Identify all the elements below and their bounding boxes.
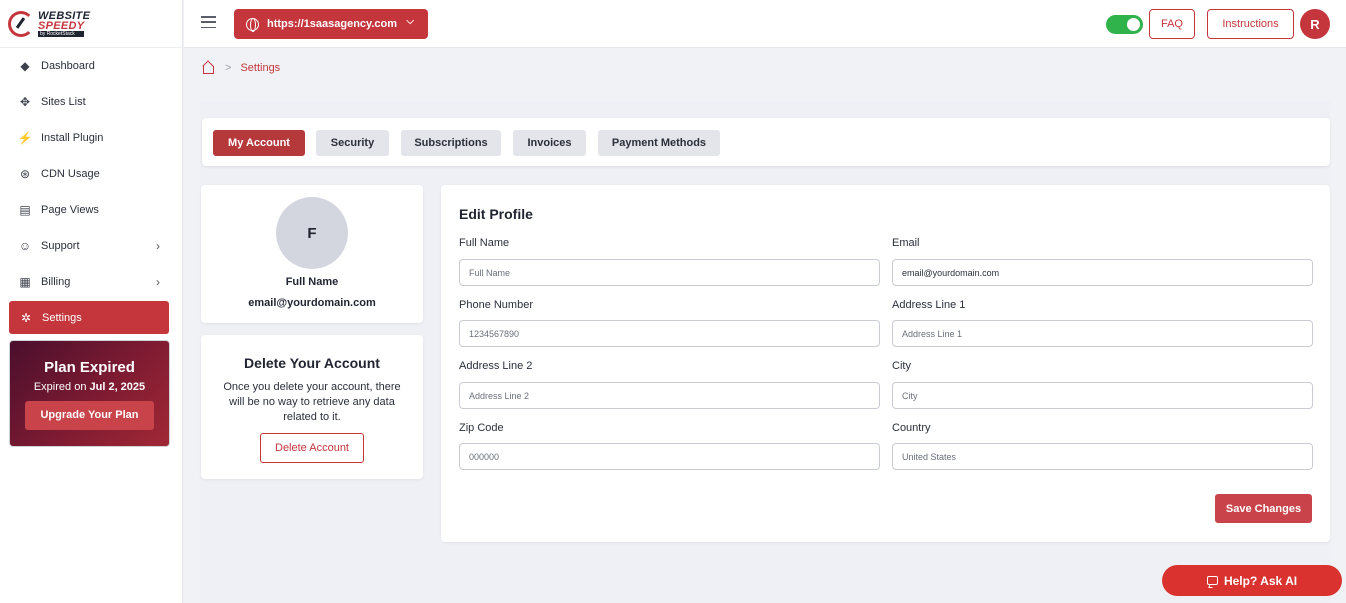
delete-account-card: Delete Your Account Once you delete your…: [201, 335, 423, 479]
sidebar-item-install-plugin[interactable]: ⚡ Install Plugin: [0, 120, 182, 156]
full-name-label: Full Name: [459, 237, 510, 249]
speedometer-logo-icon: [8, 10, 34, 37]
tab-payment-methods[interactable]: Payment Methods: [598, 130, 720, 156]
support-icon: ☺: [18, 239, 32, 253]
instructions-button[interactable]: Instructions: [1207, 9, 1294, 39]
chevron-down-icon: ⌵: [406, 16, 414, 27]
logo-line2: SPEEDY: [38, 19, 85, 32]
tab-subscriptions[interactable]: Subscriptions: [401, 130, 501, 156]
help-label: Help? Ask AI: [1223, 573, 1298, 588]
city-input[interactable]: [892, 382, 1313, 409]
full-name-input[interactable]: [459, 259, 880, 286]
phone-label: Phone Number: [459, 299, 533, 311]
upgrade-plan-button[interactable]: Upgrade Your Plan: [25, 401, 154, 430]
sites-icon: ✥: [19, 95, 31, 109]
sidebar-item-page-views[interactable]: ▤ Page Views: [0, 192, 182, 228]
breadcrumb-separator: >: [225, 61, 232, 74]
plan-expired-card: Plan Expired Expired on Jul 2, 2025 Upgr…: [9, 340, 170, 447]
site-selector-dropdown[interactable]: https://1saasagency.com ⌵: [234, 9, 428, 39]
country-label: Country: [892, 422, 931, 434]
logo-line1: WEBSITE: [38, 9, 91, 22]
delete-account-text: Once you delete your account, there will…: [223, 381, 401, 423]
address1-input[interactable]: [892, 320, 1313, 347]
tab-my-account[interactable]: My Account: [213, 130, 305, 156]
sidebar-nav: ◆ Dashboard ✥ Sites List ⚡ Install Plugi…: [0, 48, 182, 334]
sidebar-item-label: Dashboard: [41, 60, 95, 72]
zip-input[interactable]: [459, 443, 880, 470]
sidebar-item-label: CDN Usage: [41, 168, 100, 180]
profile-email: email@yourdomain.com: [248, 297, 376, 309]
user-avatar[interactable]: R: [1300, 9, 1330, 39]
address2-input[interactable]: [459, 382, 880, 409]
chevron-right-icon: ›: [156, 239, 160, 253]
settings-tabs: My Account Security Subscriptions Invoic…: [202, 118, 1330, 166]
breadcrumb: > Settings: [202, 61, 280, 74]
home-icon[interactable]: [202, 61, 215, 74]
sidebar-item-cdn-usage[interactable]: ⊛ CDN Usage: [0, 156, 182, 192]
gear-icon: ✲: [20, 310, 32, 325]
cdn-icon: ⊛: [19, 167, 31, 181]
chevron-right-icon: ›: [156, 275, 160, 289]
chat-icon: [1206, 576, 1218, 585]
tab-invoices[interactable]: Invoices: [513, 130, 586, 156]
tab-security[interactable]: Security: [316, 130, 389, 156]
site-url: https://1saasagency.com: [267, 18, 398, 30]
sidebar-item-label: Support: [41, 240, 80, 252]
sidebar-item-support[interactable]: ☺ Support ›: [0, 228, 182, 264]
plan-expiry-prefix: Expired on: [33, 381, 90, 393]
city-label: City: [892, 360, 911, 372]
page-icon: ▤: [19, 203, 31, 217]
delete-account-button[interactable]: Delete Account: [260, 433, 364, 463]
faq-button[interactable]: FAQ: [1149, 9, 1195, 39]
email-label: Email: [892, 237, 920, 249]
plan-expiry: Expired on Jul 2, 2025: [10, 381, 169, 393]
help-ask-ai-button[interactable]: Help? Ask AI: [1162, 565, 1342, 596]
phone-input[interactable]: [459, 320, 880, 347]
country-input[interactable]: [892, 443, 1313, 470]
sidebar-item-sites-list[interactable]: ✥ Sites List: [0, 84, 182, 120]
sidebar-item-label: Settings: [42, 311, 82, 324]
address2-label: Address Line 2: [459, 360, 533, 372]
sidebar-item-label: Install Plugin: [41, 132, 104, 144]
sidebar-item-label: Sites List: [41, 96, 86, 108]
sidebar-item-label: Billing: [41, 276, 71, 288]
sidebar-item-settings[interactable]: ✲ Settings: [9, 301, 169, 334]
sidebar-item-billing[interactable]: ▦ Billing ›: [0, 264, 182, 300]
edit-profile-card: Edit Profile Full Name Email Phone Numbe…: [441, 185, 1330, 542]
save-changes-button[interactable]: Save Changes: [1215, 494, 1312, 523]
breadcrumb-current: Settings: [240, 61, 281, 74]
sidebar-item-dashboard[interactable]: ◆ Dashboard: [0, 48, 182, 84]
logo-line3: by RocketStack: [38, 30, 84, 37]
hamburger-menu-icon[interactable]: [201, 16, 216, 28]
plan-expiry-date: Jul 2, 2025: [89, 381, 146, 393]
billing-icon: ▦: [19, 275, 31, 289]
plan-title: Plan Expired: [44, 359, 135, 376]
plug-icon: ⚡: [17, 131, 33, 145]
email-input[interactable]: [892, 259, 1313, 286]
cube-icon: ◆: [20, 59, 30, 73]
delete-account-title: Delete Your Account: [244, 355, 380, 371]
globe-icon: [246, 17, 259, 32]
theme-toggle[interactable]: [1106, 15, 1143, 34]
profile-name: Full Name: [285, 276, 339, 288]
address1-label: Address Line 1: [892, 299, 966, 311]
sidebar: WEBSITE SPEEDY by RocketStack ◆ Dashboar…: [0, 0, 183, 603]
profile-avatar[interactable]: F: [276, 197, 348, 269]
logo[interactable]: WEBSITE SPEEDY by RocketStack: [0, 0, 182, 48]
top-header: https://1saasagency.com ⌵ FAQ Instructio…: [184, 0, 1346, 48]
profile-card: F Full Name email@yourdomain.com: [201, 185, 423, 323]
edit-profile-title: Edit Profile: [459, 206, 533, 222]
sidebar-item-label: Page Views: [41, 204, 99, 216]
zip-label: Zip Code: [459, 422, 504, 434]
